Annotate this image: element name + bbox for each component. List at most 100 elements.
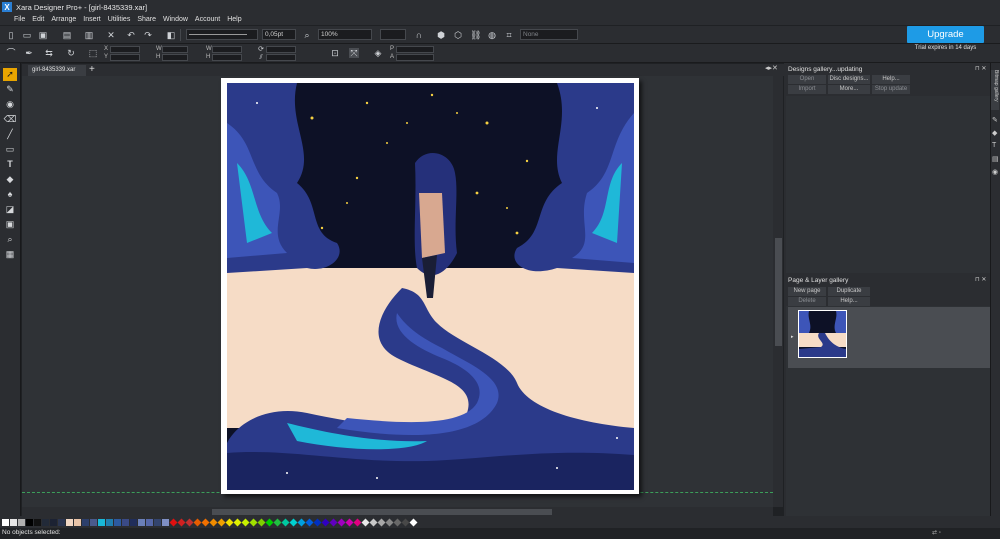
zoom-tool-icon[interactable]: ⌕ bbox=[3, 233, 17, 246]
p-field[interactable] bbox=[396, 46, 434, 53]
menu-insert[interactable]: Insert bbox=[83, 16, 101, 23]
shadow-tool-icon[interactable]: ◪ bbox=[3, 203, 17, 216]
designs-help-button[interactable]: Help... bbox=[872, 75, 910, 84]
expand-arrow-icon[interactable]: ▸ bbox=[791, 334, 794, 340]
designs-gallery-list[interactable] bbox=[786, 96, 990, 273]
zoom-tool-icon[interactable]: ⌕ bbox=[302, 30, 312, 40]
new-document-icon[interactable]: ▯ bbox=[6, 30, 16, 40]
new-page-button[interactable]: New page bbox=[788, 287, 826, 296]
menu-window[interactable]: Window bbox=[163, 16, 188, 23]
zoom-dropdown[interactable]: 100% bbox=[318, 29, 372, 40]
panel-pin-close-icon[interactable]: ⊓ ✕ bbox=[975, 65, 986, 72]
mould-tool-icon[interactable]: ▣ bbox=[3, 218, 17, 231]
eraser-tool-icon[interactable]: ⌫ bbox=[3, 113, 17, 126]
link-icon[interactable]: ⛓ bbox=[470, 30, 481, 40]
w-field[interactable] bbox=[162, 46, 188, 53]
horizontal-scroll-thumb[interactable] bbox=[212, 509, 552, 515]
menu-share[interactable]: Share bbox=[137, 16, 156, 23]
blend-mode-dropdown[interactable]: None bbox=[520, 29, 578, 40]
palette-swatch[interactable] bbox=[154, 518, 161, 526]
palette-swatch[interactable] bbox=[42, 518, 49, 526]
grid-tool-icon[interactable]: ▦ bbox=[3, 248, 17, 261]
camera-tool-icon[interactable]: ◉ bbox=[3, 98, 17, 111]
pen-tool-icon[interactable]: ╱ bbox=[3, 128, 17, 141]
fill-tool-icon[interactable]: ◆ bbox=[3, 173, 17, 186]
combine-icon[interactable]: ⬡ bbox=[453, 30, 463, 40]
designs-import-button[interactable]: Import bbox=[788, 85, 826, 94]
lock-aspect-icon[interactable]: ⤧ bbox=[349, 48, 359, 58]
rectangle-tool-icon[interactable]: ▭ bbox=[3, 143, 17, 156]
undo-icon[interactable]: ↶ bbox=[126, 30, 136, 40]
rotation-field[interactable] bbox=[266, 46, 296, 53]
h-percent-field[interactable] bbox=[212, 54, 242, 61]
palette-swatch[interactable] bbox=[138, 518, 145, 526]
h-field[interactable] bbox=[162, 54, 188, 61]
crop-icon[interactable]: ⌗ bbox=[504, 30, 514, 40]
contour-tool-icon[interactable]: ✎ bbox=[3, 83, 17, 96]
side-tab-icon-4[interactable]: ▤ bbox=[992, 155, 999, 163]
tag-icon[interactable]: ◈ bbox=[373, 48, 383, 58]
x-field[interactable] bbox=[110, 46, 140, 53]
import-icon[interactable]: ▤ bbox=[62, 30, 72, 40]
menu-file[interactable]: File bbox=[14, 16, 25, 23]
panel2-pin-close-icon[interactable]: ⊓ ✕ bbox=[975, 276, 986, 283]
bounds-icon[interactable]: ⬚ bbox=[88, 48, 98, 58]
w-percent-field[interactable] bbox=[212, 46, 242, 53]
palette-swatch[interactable] bbox=[82, 518, 89, 526]
bring-front-icon[interactable]: ◧ bbox=[166, 30, 176, 40]
document-tab[interactable]: girl-8435339.xar bbox=[28, 65, 86, 76]
page-help-button[interactable]: Help... bbox=[828, 297, 870, 306]
palette-swatch[interactable] bbox=[58, 518, 65, 526]
palette-swatch[interactable] bbox=[50, 518, 57, 526]
side-tab-icon-2[interactable]: ◆ bbox=[992, 129, 997, 137]
line-style-dropdown[interactable] bbox=[186, 29, 258, 40]
palette-swatch[interactable] bbox=[409, 518, 418, 526]
palette-swatch[interactable] bbox=[74, 518, 81, 526]
group-icon[interactable]: ◍ bbox=[487, 30, 497, 40]
palette-swatch[interactable] bbox=[66, 518, 73, 526]
upgrade-button[interactable]: Upgrade bbox=[907, 26, 984, 43]
a-field[interactable] bbox=[396, 54, 434, 61]
skew-field[interactable] bbox=[266, 54, 296, 61]
menu-account[interactable]: Account bbox=[195, 16, 220, 23]
paint-tool-icon[interactable]: ♠ bbox=[3, 188, 17, 201]
side-tab-text-icon[interactable]: T bbox=[992, 142, 996, 149]
designs-more-button[interactable]: More... bbox=[828, 85, 870, 94]
menu-utilities[interactable]: Utilities bbox=[108, 16, 131, 23]
line-width-field[interactable]: 0,05pt bbox=[262, 29, 296, 40]
flip-icon[interactable]: ⇆ bbox=[44, 48, 54, 58]
palette-swatch[interactable] bbox=[114, 518, 121, 526]
vertical-scroll-thumb[interactable] bbox=[775, 238, 782, 346]
snap-magnet-icon[interactable]: ∩ bbox=[414, 30, 424, 40]
palette-swatch[interactable] bbox=[106, 518, 113, 526]
palette-swatch[interactable] bbox=[130, 518, 137, 526]
side-tab-icon-1[interactable]: ✎ bbox=[992, 116, 998, 124]
palette-swatch[interactable] bbox=[162, 518, 169, 526]
palette-swatch[interactable] bbox=[34, 518, 41, 526]
zoom-slider[interactable] bbox=[380, 29, 406, 40]
shape-editor-icon[interactable]: ⌒ bbox=[6, 48, 16, 58]
text-tool-icon[interactable]: T bbox=[3, 158, 17, 171]
redo-icon[interactable]: ↷ bbox=[143, 30, 153, 40]
pen-nib-icon[interactable]: ✒ bbox=[24, 48, 34, 58]
palette-swatch[interactable] bbox=[98, 518, 105, 526]
designs-stop-update-button[interactable]: Stop update bbox=[872, 85, 910, 94]
palette-swatch[interactable] bbox=[2, 518, 9, 526]
export-icon[interactable]: ▥ bbox=[84, 30, 94, 40]
menu-help[interactable]: Help bbox=[227, 16, 241, 23]
weld-icon[interactable]: ⬢ bbox=[436, 30, 446, 40]
scale-lines-icon[interactable]: ⊡ bbox=[330, 48, 340, 58]
tab-controls-icon[interactable]: ◂▸✕ bbox=[765, 64, 778, 72]
selector-tool-icon[interactable]: ➚ bbox=[3, 68, 17, 81]
artwork-image[interactable] bbox=[227, 83, 634, 490]
new-tab-button[interactable]: + bbox=[89, 64, 95, 75]
menu-arrange[interactable]: Arrange bbox=[51, 16, 76, 23]
palette-swatch[interactable] bbox=[122, 518, 129, 526]
palette-swatch[interactable] bbox=[10, 518, 17, 526]
delete-icon[interactable]: ✕ bbox=[106, 30, 116, 40]
palette-swatch[interactable] bbox=[90, 518, 97, 526]
page-thumbnail[interactable] bbox=[798, 310, 847, 358]
palette-swatch[interactable] bbox=[146, 518, 153, 526]
designs-disc-button[interactable]: Disc designs... bbox=[828, 75, 870, 84]
menu-edit[interactable]: Edit bbox=[32, 16, 44, 23]
